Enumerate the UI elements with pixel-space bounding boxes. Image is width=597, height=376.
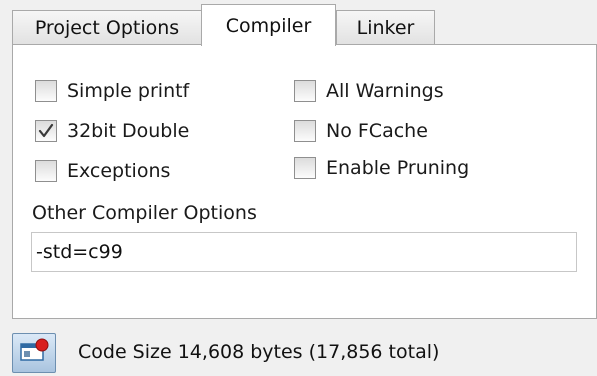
no-fcache-checkbox[interactable] [294,120,316,142]
32bit-double-option[interactable]: 32bit Double [35,117,189,145]
enable-pruning-option[interactable]: Enable Pruning [294,154,469,182]
tab-compiler[interactable]: Compiler [201,4,336,46]
compiler-options-panel: Simple printf 32bit Double Exceptions Al… [12,44,597,319]
all-warnings-option[interactable]: All Warnings [294,77,444,105]
tab-strip-fill [435,16,597,44]
exceptions-label: Exceptions [67,160,171,182]
all-warnings-label: All Warnings [326,80,444,102]
tab-strip: Project Options Compiler Linker [0,0,597,46]
exceptions-checkbox[interactable] [35,160,57,182]
enable-pruning-label: Enable Pruning [326,157,470,179]
code-size-status: Code Size 14,608 bytes (17,856 total) [78,341,440,363]
tab-project-options[interactable]: Project Options [12,10,202,44]
32bit-double-label: 32bit Double [67,120,190,142]
tab-linker[interactable]: Linker [336,10,435,44]
all-warnings-checkbox[interactable] [294,80,316,102]
window-record-icon[interactable] [12,333,56,373]
simple-printf-checkbox[interactable] [35,80,57,102]
exceptions-option[interactable]: Exceptions [35,157,170,185]
status-bar: Code Size 14,608 bytes (17,856 total) [0,321,597,376]
simple-printf-label: Simple printf [67,80,190,102]
compiler-options-dialog: Project Options Compiler Linker Simple p… [0,0,597,376]
checkmark-icon [38,123,54,138]
simple-printf-option[interactable]: Simple printf [35,77,189,105]
no-fcache-option[interactable]: No FCache [294,117,428,145]
no-fcache-label: No FCache [326,120,428,142]
window-record-icon-graphic [20,338,49,361]
enable-pruning-checkbox[interactable] [294,157,316,179]
other-compiler-options-label: Other Compiler Options [32,202,257,224]
other-compiler-options-input[interactable] [31,232,577,272]
32bit-double-checkbox[interactable] [35,120,57,142]
